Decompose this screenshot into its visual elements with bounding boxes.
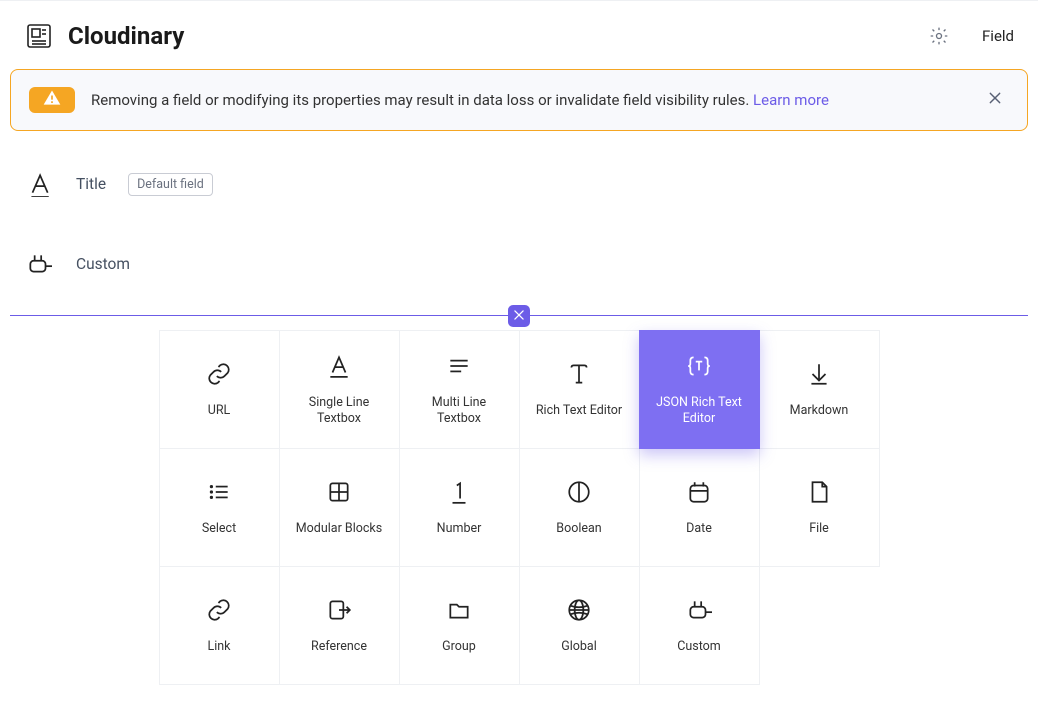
plugin-icon bbox=[684, 595, 714, 625]
warning-message: Removing a field or modifying its proper… bbox=[91, 91, 753, 109]
warning-icon bbox=[42, 88, 62, 112]
field-type-label: Group bbox=[442, 639, 476, 655]
field-type-rte[interactable]: Rich Text Editor bbox=[519, 330, 640, 449]
file-icon bbox=[804, 477, 834, 507]
warning-text: Removing a field or modifying its proper… bbox=[91, 91, 969, 109]
field-type-link[interactable]: Link bbox=[159, 566, 280, 685]
field-type-markdown[interactable]: Markdown bbox=[759, 330, 880, 449]
exit-icon bbox=[324, 595, 354, 625]
field-type-label: URL bbox=[208, 403, 231, 419]
field-type-label: JSON Rich Text Editor bbox=[653, 395, 745, 426]
half-circle-icon bbox=[564, 477, 594, 507]
warning-banner: Removing a field or modifying its proper… bbox=[10, 69, 1028, 131]
field-list: Title Default field Custom bbox=[0, 155, 1038, 293]
field-row-title[interactable]: Title Default field bbox=[0, 155, 1038, 213]
field-type-picker: URL Single Line Textbox Multi Line Textb… bbox=[159, 330, 879, 684]
field-type-label: Rich Text Editor bbox=[536, 403, 622, 419]
insert-separator bbox=[10, 315, 1028, 316]
field-type-url[interactable]: URL bbox=[159, 330, 280, 449]
arrow-down-icon bbox=[804, 359, 834, 389]
folder-icon bbox=[444, 595, 474, 625]
field-type-label: Select bbox=[202, 521, 236, 537]
field-type-slt[interactable]: Single Line Textbox bbox=[279, 330, 400, 449]
default-field-badge: Default field bbox=[128, 173, 213, 196]
field-type-label: Single Line Textbox bbox=[293, 395, 385, 426]
field-type-label: Global bbox=[561, 639, 597, 655]
field-type-custom[interactable]: Custom bbox=[639, 566, 760, 685]
one-underline-icon bbox=[444, 477, 474, 507]
plugin-icon bbox=[24, 249, 54, 279]
field-label: Custom bbox=[76, 255, 130, 273]
gear-icon bbox=[924, 21, 954, 51]
field-row-custom[interactable]: Custom bbox=[0, 235, 1038, 293]
header-bar: Cloudinary Field bbox=[0, 0, 1038, 69]
field-type-label: Multi Line Textbox bbox=[413, 395, 505, 426]
close-picker-button[interactable] bbox=[508, 305, 530, 327]
field-type-number[interactable]: Number bbox=[399, 448, 520, 567]
text-icon bbox=[24, 169, 54, 199]
calendar-icon bbox=[684, 477, 714, 507]
lines-icon bbox=[444, 351, 474, 381]
field-type-global[interactable]: Global bbox=[519, 566, 640, 685]
link-icon bbox=[204, 359, 234, 389]
close-icon bbox=[512, 307, 526, 326]
field-type-label: Boolean bbox=[556, 521, 601, 537]
content-type-icon bbox=[24, 21, 54, 51]
field-type-label: Reference bbox=[311, 639, 367, 655]
field-type-label: Custom bbox=[677, 639, 721, 655]
field-type-date[interactable]: Date bbox=[639, 448, 760, 567]
field-type-json_rte[interactable]: JSON Rich Text Editor bbox=[639, 330, 760, 449]
close-icon bbox=[987, 91, 1003, 110]
field-type-label: Link bbox=[207, 639, 230, 655]
list-icon bbox=[204, 477, 234, 507]
field-type-label: Number bbox=[437, 521, 482, 537]
field-type-label: File bbox=[809, 521, 829, 537]
field-type-label: Modular Blocks bbox=[296, 521, 382, 537]
braces-t-icon bbox=[684, 351, 714, 381]
page-title: Cloudinary bbox=[68, 22, 184, 50]
field-type-boolean[interactable]: Boolean bbox=[519, 448, 640, 567]
serif-t-icon bbox=[564, 359, 594, 389]
field-nav-link[interactable]: Field bbox=[982, 27, 1014, 45]
warning-badge bbox=[29, 87, 75, 113]
field-label: Title bbox=[76, 175, 106, 193]
field-type-file[interactable]: File bbox=[759, 448, 880, 567]
field-type-modular[interactable]: Modular Blocks bbox=[279, 448, 400, 567]
field-type-label: Markdown bbox=[790, 403, 849, 419]
field-type-label: Date bbox=[686, 521, 712, 537]
learn-more-link[interactable]: Learn more bbox=[753, 91, 829, 109]
globe-icon bbox=[564, 595, 594, 625]
settings-button[interactable] bbox=[924, 21, 954, 51]
text-underline-icon bbox=[324, 351, 354, 381]
field-type-group[interactable]: Group bbox=[399, 566, 520, 685]
link-icon bbox=[204, 595, 234, 625]
dismiss-alert-button[interactable] bbox=[981, 84, 1009, 116]
field-type-select[interactable]: Select bbox=[159, 448, 280, 567]
field-type-reference[interactable]: Reference bbox=[279, 566, 400, 685]
grid4-icon bbox=[324, 477, 354, 507]
field-type-mlt[interactable]: Multi Line Textbox bbox=[399, 330, 520, 449]
